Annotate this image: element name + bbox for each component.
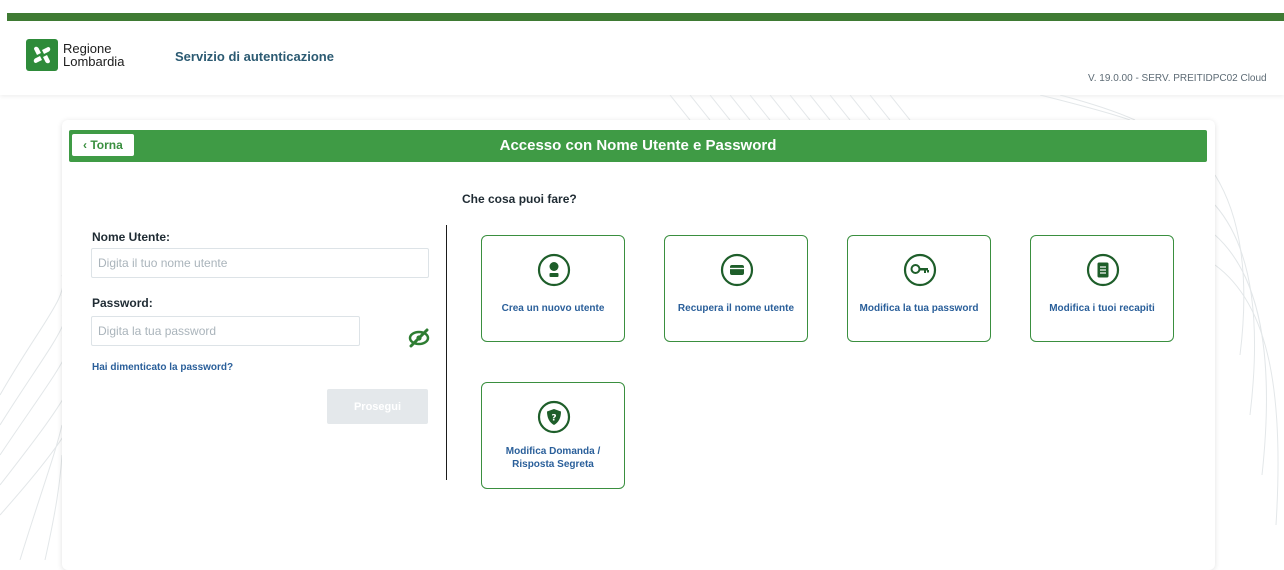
tile-label-line2: Risposta Segreta [512, 459, 594, 470]
recover-username-tile[interactable]: Recupera il nome utente [664, 235, 808, 342]
logo-text: Regione Lombardia [63, 42, 124, 68]
top-green-strip [7, 13, 1284, 21]
shield-question-icon: ? [537, 400, 571, 434]
user-icon [537, 253, 571, 287]
login-card: Accesso con Nome Utente e Password ‹ Tor… [62, 120, 1215, 570]
tile-label: Modifica Domanda / Risposta Segreta [486, 445, 620, 471]
eye-slash-icon[interactable] [406, 328, 432, 348]
logo-mark-icon [26, 39, 58, 71]
site-header: Regione Lombardia Servizio di autenticaz… [0, 21, 1284, 95]
vertical-divider [446, 225, 447, 480]
username-input[interactable] [91, 248, 429, 278]
version-label: V. 19.0.00 - SERV. PREITIDPC02 Cloud [1088, 73, 1267, 84]
tile-label: Modifica la tua password [859, 303, 979, 314]
forgot-password-link[interactable]: Hai dimenticato la password? [92, 362, 233, 373]
regione-lombardia-logo[interactable]: Regione Lombardia [26, 39, 124, 71]
id-card-icon [720, 253, 754, 287]
card-header: Accesso con Nome Utente e Password ‹ Tor… [69, 130, 1207, 162]
top-bar [0, 0, 1284, 14]
actions-heading: Che cosa puoi fare? [462, 192, 577, 206]
tile-label: Recupera il nome utente [677, 303, 795, 314]
back-button[interactable]: ‹ Torna [72, 134, 134, 156]
change-password-tile[interactable]: Modifica la tua password [847, 235, 991, 342]
username-label: Nome Utente: [92, 230, 171, 244]
create-user-tile[interactable]: Crea un nuovo utente [481, 235, 625, 342]
service-title: Servizio di autenticazione [175, 49, 334, 64]
change-contacts-tile[interactable]: Modifica i tuoi recapiti [1030, 235, 1174, 342]
key-icon [903, 253, 937, 287]
document-icon [1086, 253, 1120, 287]
tile-label: Crea un nuovo utente [501, 303, 605, 314]
logo-text-line2: Lombardia [63, 54, 125, 69]
card-title: Accesso con Nome Utente e Password [499, 137, 777, 154]
svg-text:?: ? [551, 414, 556, 424]
tile-label: Modifica i tuoi recapiti [1049, 303, 1155, 314]
tile-label-line1: Modifica Domanda / [505, 446, 601, 457]
submit-button[interactable]: Prosegui [327, 389, 428, 424]
password-label: Password: [92, 296, 153, 310]
change-secret-question-tile[interactable]: ? Modifica Domanda / Risposta Segreta [481, 382, 625, 489]
password-input[interactable] [91, 316, 360, 346]
